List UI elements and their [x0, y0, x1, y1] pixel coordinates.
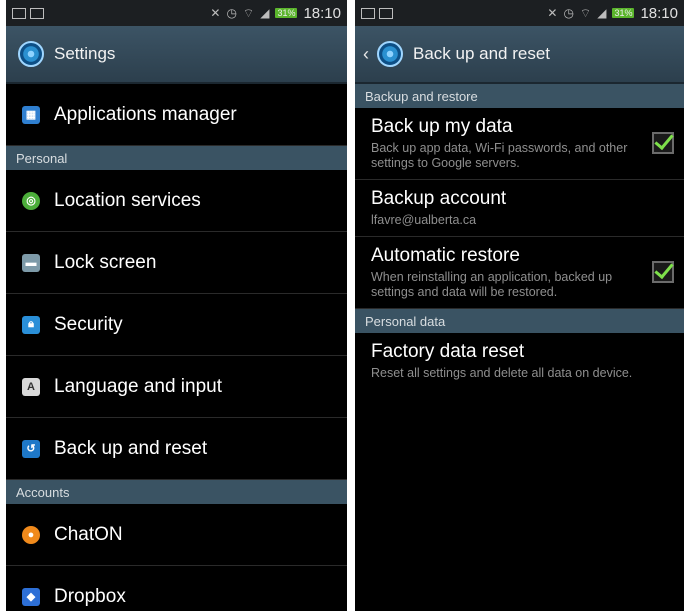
setting-backup-account[interactable]: Backup account lfavre@ualberta.ca — [355, 180, 684, 237]
page-title: Settings — [54, 44, 116, 63]
section-header-backup-and-restore: Backup and restore — [355, 84, 684, 108]
setting-automatic-restore[interactable]: Automatic restore When reinstalling an a… — [355, 237, 684, 309]
settings-item-location-services[interactable]: ◎ Location services — [6, 170, 347, 232]
setting-description: When reinstalling an application, backed… — [371, 270, 613, 299]
settings-item-applications-manager[interactable]: ▦ Applications manager — [6, 84, 347, 146]
gallery-notification-icon — [361, 7, 375, 19]
backup-icon: ↺ — [22, 439, 40, 458]
gallery-notification-icon — [12, 7, 26, 19]
settings-item-label: ChatON — [54, 523, 123, 545]
wifi-icon: ⌔ — [579, 5, 592, 20]
settings-gear-icon — [18, 41, 44, 67]
setting-title: Back up my data — [371, 116, 513, 137]
status-bar: ✕ ◷ ⌔ ◢ 31% 18:10 — [6, 0, 347, 26]
signal-icon: ◢ — [597, 6, 607, 20]
section-header-personal-data: Personal data — [355, 309, 684, 333]
status-bar: ✕ ◷ ⌔ ◢ 31% 18:10 — [355, 0, 684, 26]
mail-notification-icon — [30, 7, 44, 19]
settings-item-label: Applications manager — [54, 103, 237, 125]
backup-reset-screen: ✕ ◷ ⌔ ◢ 31% 18:10 ‹ Back up and reset Ba… — [355, 0, 684, 611]
signal-icon: ◢ — [260, 6, 270, 20]
action-bar: Settings — [6, 26, 347, 84]
setting-title: Factory data reset — [371, 341, 525, 362]
dropbox-icon: ◆ — [22, 587, 40, 606]
setting-title: Automatic restore — [371, 245, 520, 266]
automatic-restore-checkbox[interactable] — [652, 260, 674, 283]
page-title: Back up and reset — [413, 44, 551, 63]
settings-item-label: Lock screen — [54, 251, 157, 273]
alarm-icon: ◷ — [226, 6, 237, 20]
settings-item-lock-screen[interactable]: ▬ Lock screen — [6, 232, 347, 294]
settings-item-language-and-input[interactable]: A Language and input — [6, 356, 347, 418]
settings-list: ▦ Applications manager Personal ◎ Locati… — [6, 84, 347, 611]
settings-item-back-up-and-reset[interactable]: ↺ Back up and reset — [6, 418, 347, 480]
settings-item-chaton[interactable]: ● ChatON — [6, 504, 347, 566]
clock: 18:10 — [640, 4, 678, 22]
back-chevron-icon[interactable]: ‹ — [363, 44, 369, 65]
settings-item-label: Back up and reset — [54, 437, 208, 459]
settings-gear-icon — [377, 41, 403, 67]
setting-description: Back up app data, Wi-Fi passwords, and o… — [371, 141, 628, 170]
setting-title: Backup account — [371, 188, 507, 209]
section-header-personal: Personal — [6, 146, 347, 170]
settings-item-label: Location services — [54, 189, 201, 211]
lock-screen-icon: ▬ — [22, 253, 40, 272]
location-icon: ◎ — [22, 191, 40, 210]
mail-notification-icon — [379, 7, 393, 19]
clock: 18:10 — [303, 4, 341, 22]
action-bar[interactable]: ‹ Back up and reset — [355, 26, 684, 84]
setting-factory-data-reset[interactable]: Factory data reset Reset all settings an… — [355, 333, 684, 389]
settings-item-label: Security — [54, 313, 123, 335]
mute-icon: ✕ — [210, 6, 221, 20]
alarm-icon: ◷ — [563, 6, 574, 20]
battery-indicator: 31% — [275, 8, 298, 18]
padlock-icon: 🔒︎ — [22, 315, 40, 334]
setting-back-up-my-data[interactable]: Back up my data Back up app data, Wi-Fi … — [355, 108, 684, 180]
account-email: lfavre@ualberta.ca — [371, 213, 477, 227]
battery-indicator: 31% — [612, 8, 635, 18]
settings-item-security[interactable]: 🔒︎ Security — [6, 294, 347, 356]
settings-item-label: Language and input — [54, 375, 222, 397]
settings-item-label: Dropbox — [54, 585, 126, 607]
backup-data-checkbox[interactable] — [652, 131, 674, 154]
keyboard-a-icon: A — [22, 377, 40, 396]
grid-icon: ▦ — [22, 105, 40, 124]
wifi-icon: ⌔ — [242, 5, 255, 20]
settings-item-dropbox[interactable]: ◆ Dropbox — [6, 566, 347, 611]
chaton-icon: ● — [22, 525, 40, 544]
section-header-accounts: Accounts — [6, 480, 347, 504]
settings-screen: ✕ ◷ ⌔ ◢ 31% 18:10 Settings ▦ Application… — [6, 0, 347, 611]
mute-icon: ✕ — [547, 6, 558, 20]
setting-description: Reset all settings and delete all data o… — [371, 366, 633, 380]
